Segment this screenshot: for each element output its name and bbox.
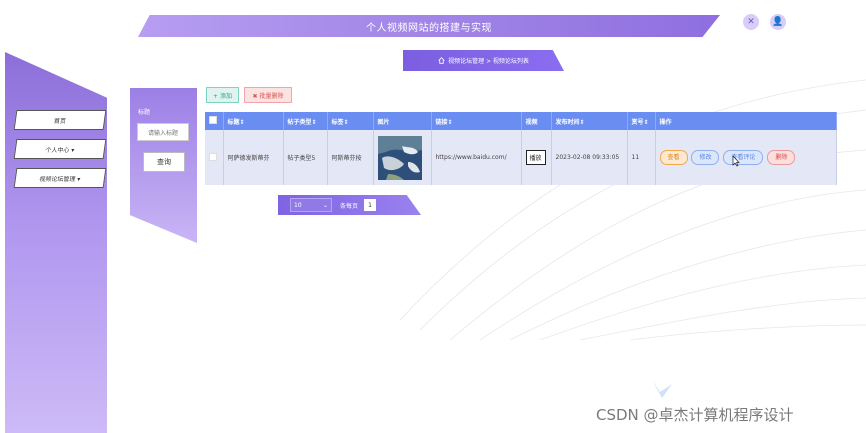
table-header-row: 标题⇕ 帖子类型⇕ 标签⇕ 图片 链接⇕ 视频 发布时间⇕ 赏号⇕ 操作 [205, 112, 837, 130]
header-time[interactable]: 发布时间⇕ [551, 112, 628, 130]
sidebar-item-personal-center[interactable]: 个人中心 ▾ [13, 139, 107, 159]
header-banner: 个人视频网站的搭建与实现 [138, 15, 720, 37]
cell-time: 2023-02-08 09:33:05 [551, 130, 628, 185]
cell-video: 播放 [521, 130, 552, 185]
background-swirl [399, 79, 866, 340]
header-title[interactable]: 标题⇕ [223, 112, 284, 130]
mouse-cursor-icon [732, 155, 740, 167]
page-size-select[interactable]: 10 ⌄ [290, 198, 332, 212]
sidebar-item-label: 个人中心 ▾ [44, 146, 75, 154]
search-button[interactable]: 查询 [143, 152, 185, 172]
cell-type: 帖子类型5 [283, 130, 328, 185]
sidebar-item-forum-management[interactable]: 视频论坛管理 ▾ [13, 168, 107, 188]
cell-tag: 阿斯蒂芬按 [327, 130, 374, 185]
view-comments-button[interactable]: 查看评论 [723, 150, 764, 165]
header-image: 图片 [373, 112, 432, 130]
page-title: 个人视频网站的搭建与实现 [366, 22, 492, 34]
sidebar: 首页 个人中心 ▾ 视频论坛管理 ▾ [5, 52, 107, 433]
sidebar-item-label: 首页 [53, 117, 67, 125]
sidebar-item-home[interactable]: 首页 [13, 110, 107, 130]
cell-ops: 查看 修改 查看评论 删除 [655, 130, 837, 185]
cell-num: 11 [627, 130, 656, 185]
header-type[interactable]: 帖子类型⇕ [283, 112, 328, 130]
breadcrumb-path: 视频论坛管理 > 视频论坛列表 [448, 58, 529, 65]
header-num[interactable]: 赏号⇕ [627, 112, 656, 130]
cell-link[interactable]: https://www.baidu.com/ [431, 130, 522, 185]
delete-button[interactable]: 删除 [767, 150, 796, 165]
header-tag[interactable]: 标签⇕ [327, 112, 374, 130]
play-button[interactable]: 播放 [525, 150, 546, 165]
page-size-label: 条每页 [340, 202, 359, 210]
batch-delete-button[interactable]: ✖ 批量删除 [244, 87, 292, 103]
pagination: 10 ⌄ 条每页 1 [278, 195, 421, 215]
watermark: CSDN @卓杰计算机程序设计 [596, 406, 794, 424]
satellite-image [377, 135, 422, 180]
home-icon [438, 57, 445, 64]
edit-button[interactable]: 修改 [691, 150, 720, 165]
header-link[interactable]: 链接⇕ [431, 112, 522, 130]
fullscreen-icon[interactable]: ✕ [743, 14, 759, 30]
sidebar-item-label: 视频论坛管理 ▾ [38, 175, 81, 183]
search-label: 标题 [138, 109, 151, 116]
page-size-value: 10 [294, 201, 302, 209]
cell-title: 阿萨德发斯蒂芬 [223, 130, 284, 185]
header-ops: 操作 [655, 112, 837, 130]
breadcrumb: 视频论坛管理 > 视频论坛列表 [403, 50, 564, 71]
add-button[interactable]: + 添加 [206, 87, 239, 103]
chevron-down-icon: ⌄ [322, 201, 328, 209]
table-row: 阿萨德发斯蒂芬 帖子类型5 阿斯蒂芬按 https://www.baidu.co… [205, 130, 837, 185]
cell-image [373, 130, 432, 185]
search-input[interactable]: 请输入标题 [137, 123, 189, 141]
row-checkbox[interactable] [205, 130, 224, 185]
user-icon[interactable]: 👤 [770, 14, 786, 30]
header-checkbox[interactable] [205, 112, 224, 130]
view-button[interactable]: 查看 [659, 150, 688, 165]
search-panel: 标题 请输入标题 查询 [130, 88, 197, 243]
logo-icon [652, 380, 672, 398]
page-number[interactable]: 1 [364, 199, 377, 211]
header-video: 视频 [521, 112, 552, 130]
forum-table: 标题⇕ 帖子类型⇕ 标签⇕ 图片 链接⇕ 视频 发布时间⇕ 赏号⇕ 操作 阿萨德… [205, 112, 837, 185]
